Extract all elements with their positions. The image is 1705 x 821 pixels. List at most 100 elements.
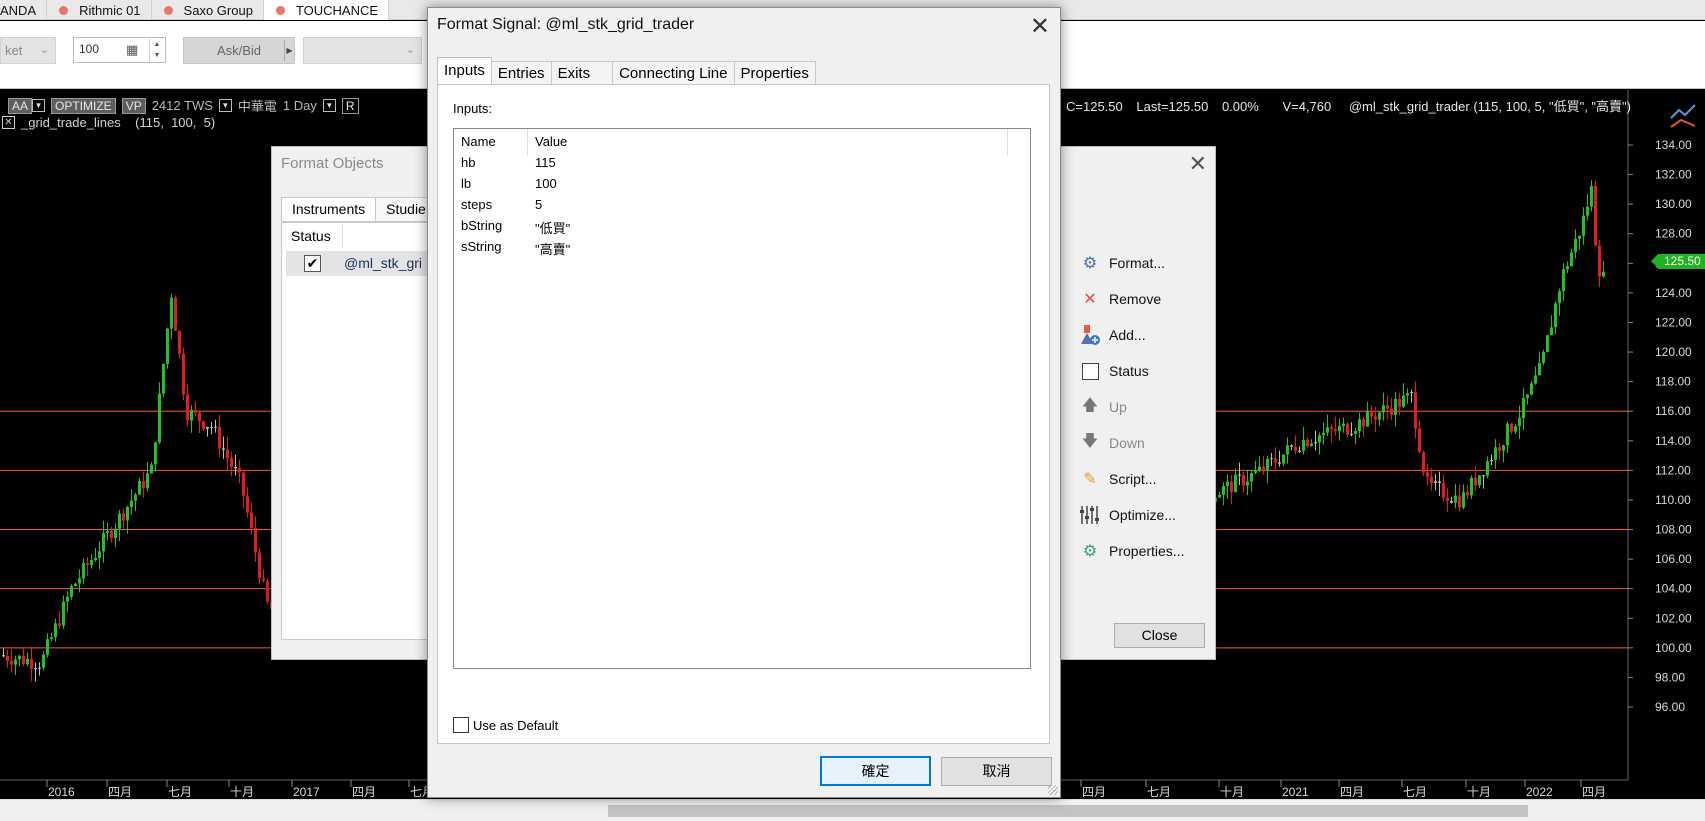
broker-tab-label: Rithmic 01 [79,2,141,18]
candle-body [1254,470,1257,473]
close-button[interactable]: Close [1114,623,1205,648]
tab-instruments[interactable]: Instruments [281,197,377,222]
input-value[interactable]: 115 [528,155,556,176]
candle-body [1386,405,1389,409]
symbol-menu-icon[interactable]: ▼ [218,99,232,112]
tab-connecting-line[interactable]: Connecting Line [612,61,735,86]
table-row[interactable]: hb 115 [454,155,556,176]
candle-body [1430,476,1433,483]
candle-body [1582,215,1585,236]
input-name: lb [461,176,472,191]
tab-properties[interactable]: Properties [733,61,816,86]
status-checkbox[interactable]: ✔ [304,255,321,272]
broker-tab-saxo[interactable]: Saxo Group [152,0,264,20]
broker-tab-touchance[interactable]: TOUCHANCE [263,0,390,20]
scrollbar-thumb[interactable] [608,805,1528,817]
tab-exits[interactable]: Exits [550,61,614,86]
resize-grip-icon[interactable] [1048,785,1058,795]
properties-button[interactable]: ⚙ Properties... [1079,533,1185,569]
input-value[interactable]: "高賣" [528,239,570,260]
inputs-table[interactable]: Name Value hb 115 lb 100 steps 5 bString… [453,128,1031,669]
input-value[interactable]: 5 [528,197,542,218]
close-icon[interactable]: ✕ [2,116,15,129]
candle-body [1594,185,1597,246]
name-column-header[interactable]: Name [454,129,528,155]
status-column-header[interactable]: Status [283,224,343,248]
study-label: ✕ _grid_trade_lines (115, 100, 5) [2,115,215,130]
input-value[interactable]: "低買" [528,218,570,239]
dropdown-arrow-icon[interactable]: ▼ [32,99,46,112]
candle-body [166,328,169,364]
up-button[interactable]: 🡅 Up [1079,389,1184,425]
candle-body [1382,405,1385,413]
action-label: Status [1109,363,1149,379]
x-tick-label: 十月 [230,785,254,799]
candle-body [1298,450,1301,452]
interval-menu-icon[interactable]: ▼ [322,99,336,112]
vp-badge[interactable]: VP [121,97,146,114]
quantity-stepper[interactable]: ▲ ▼ [149,39,164,61]
candle-body [58,623,61,626]
chart-toggle-icon[interactable] [1668,100,1698,130]
down-button[interactable]: 🡇 Down [1079,425,1184,461]
table-row[interactable]: sString "高賣" [454,239,570,260]
candle-body [206,427,209,429]
cancel-button[interactable]: 取消 [941,757,1052,786]
optimize-badge[interactable]: OPTIMIZE [51,97,116,114]
y-tick-label: 102.00 [1655,611,1692,625]
order-type-select[interactable]: ket ⌄ [0,37,56,64]
r-badge[interactable]: R [341,97,359,114]
table-row[interactable]: steps 5 [454,197,542,218]
calculator-icon[interactable]: ▦ [126,42,138,58]
table-row[interactable]: lb 100 [454,176,557,197]
candle-body [1286,445,1289,455]
sliders-icon [1079,504,1101,526]
optimize-button[interactable]: Optimize... [1079,497,1184,533]
candle-body [78,578,81,584]
quantity-input[interactable]: 100 ▦ ▲ ▼ [73,37,166,63]
close-icon[interactable]: ✕ [1189,151,1207,177]
ok-button[interactable]: 確定 [820,756,931,786]
candle-body [122,513,125,521]
chevron-right-icon[interactable]: ▶ [284,40,294,61]
tab-inputs[interactable]: Inputs [437,57,492,86]
price-mode-button[interactable]: Ask/Bid ▶ [183,37,295,64]
use-as-default-checkbox[interactable] [453,717,469,733]
use-as-default-option[interactable]: Use as Default [453,717,558,733]
candle-body [1278,462,1281,464]
candle-body [1378,412,1381,420]
study-text: _grid_trade_lines (115, 100, 5) [21,115,216,130]
input-name: hb [461,155,476,170]
y-tick-label: 98.00 [1655,670,1685,684]
chart-scrollbar[interactable] [0,799,1705,821]
broker-tab-label: ANDA [0,2,37,18]
candle-body [1370,410,1373,417]
x-tick-label: 2016 [48,785,75,799]
add-button[interactable]: Add... [1079,317,1184,353]
price-mode-label: Ask/Bid [216,43,262,58]
close-icon[interactable]: ✕ [1030,12,1050,42]
broker-tab-anda[interactable]: ANDA [0,0,48,20]
status-button[interactable]: Status [1079,353,1184,389]
aa-badge[interactable]: AA [8,97,33,114]
candle-body [1218,494,1221,498]
inputs-label: Inputs: [453,101,493,116]
value-column-header[interactable]: Value [528,129,1008,155]
account-select[interactable]: ⌄ [303,37,422,64]
y-tick-label: 108.00 [1655,523,1692,537]
table-row[interactable]: bString "低買" [454,218,570,239]
tab-entries[interactable]: Entries [490,61,552,86]
script-button[interactable]: ✎ Script... [1079,461,1184,497]
candle-body [1466,492,1469,496]
action-label: Remove [1109,291,1162,307]
format-button[interactable]: ⚙ Format... [1079,245,1184,281]
candle-body [1434,481,1437,483]
candle-body [1538,362,1541,376]
candle-body [190,409,193,421]
input-value[interactable]: 100 [528,176,557,197]
remove-button[interactable]: ✕ Remove [1079,281,1184,317]
broker-tab-rithmic[interactable]: Rithmic 01 [47,0,152,20]
candle-body [82,562,85,579]
candle-body [1318,435,1321,443]
action-label: Script... [1109,471,1157,487]
